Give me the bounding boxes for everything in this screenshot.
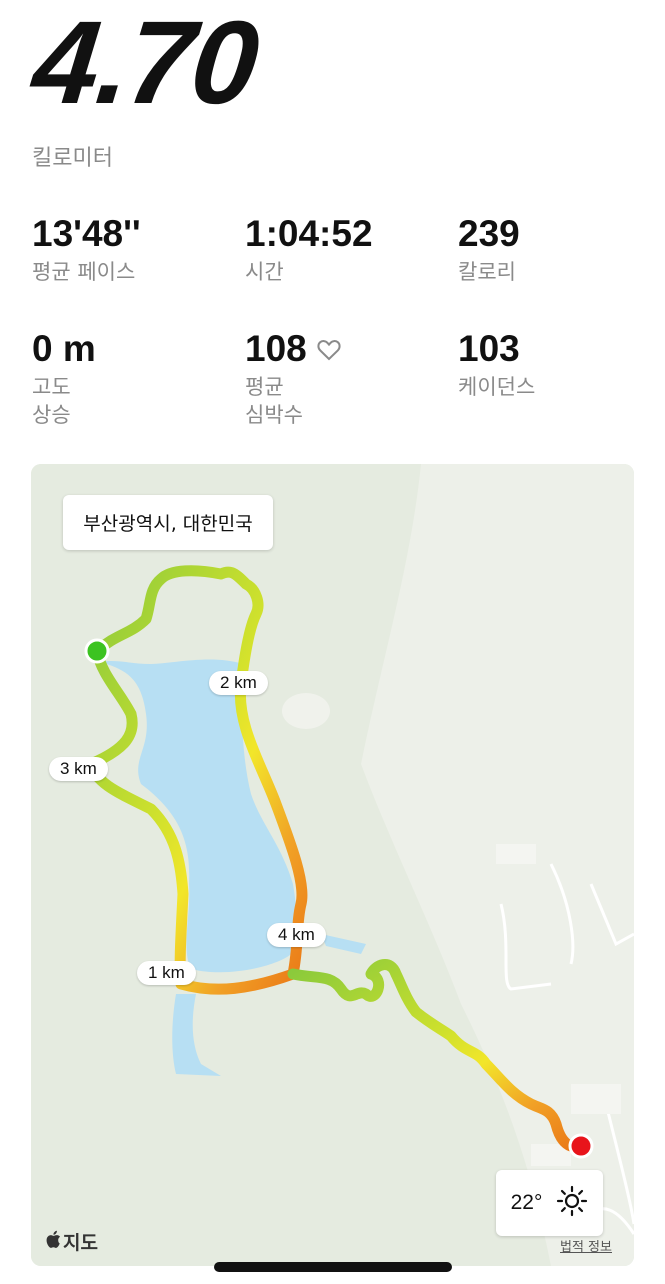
weather-temperature: 22° — [510, 1191, 543, 1214]
building — [571, 1084, 621, 1114]
cadence-label: 케이던스 — [458, 375, 536, 399]
elevation-label-line2: 상승 — [32, 403, 71, 427]
building — [496, 844, 536, 864]
time-label: 시간 — [245, 260, 284, 284]
km-marker-4: 4 km — [267, 923, 326, 947]
km-marker-1: 1 km — [137, 961, 196, 985]
maps-brand-label: 지도 — [63, 1232, 98, 1254]
km-marker-3: 3 km — [49, 757, 108, 781]
start-marker[interactable] — [84, 638, 110, 664]
legal-info-link[interactable]: 법적 정보 — [560, 1236, 612, 1255]
calories-value: 239 — [458, 213, 520, 254]
heart-rate-label-line2: 심박수 — [245, 403, 303, 427]
stat-elevation: 0 m 고도 상승 — [32, 330, 96, 429]
calories-label: 칼로리 — [458, 260, 516, 284]
elevation-label: 고도 상승 — [32, 373, 96, 429]
elevation-value: 0 m — [32, 328, 96, 369]
stat-cadence: 103 케이던스 — [458, 330, 535, 401]
elevation-label-line1: 고도 — [32, 375, 71, 399]
home-indicator[interactable] — [214, 1262, 452, 1272]
heart-rate-label-line1: 평균 — [245, 375, 284, 399]
building — [282, 693, 330, 729]
apple-logo-icon — [45, 1230, 61, 1254]
pace-label: 평균 페이스 — [32, 260, 136, 284]
heart-rate-value: 108 — [245, 328, 307, 369]
stat-calories: 239 칼로리 — [458, 215, 520, 286]
heart-rate-label: 평균 심박수 — [245, 373, 341, 429]
end-marker[interactable] — [568, 1133, 594, 1159]
time-value: 1:04:52 — [245, 213, 373, 254]
distance-value: 4.70 — [27, 0, 263, 129]
distance-unit: 킬로미터 — [32, 146, 113, 171]
location-chip[interactable]: 부산광역시, 대한민국 — [63, 495, 273, 550]
km-marker-2: 2 km — [209, 671, 268, 695]
weather-widget[interactable]: 22° — [496, 1170, 603, 1236]
pace-value: 13'48'' — [32, 213, 141, 254]
maps-brand: 지도 — [45, 1228, 98, 1255]
map-canvas — [31, 464, 634, 1266]
sun-icon — [556, 1185, 588, 1221]
route-map[interactable]: 부산광역시, 대한민국 2 km 3 km 4 km 1 km 22° 지도 법… — [31, 464, 634, 1266]
heart-outline-icon — [317, 330, 341, 367]
cadence-value: 103 — [458, 328, 520, 369]
stat-time: 1:04:52 시간 — [245, 215, 373, 286]
stat-heart-rate: 108 평균 심박수 — [245, 330, 341, 429]
stat-pace: 13'48'' 평균 페이스 — [32, 215, 141, 286]
